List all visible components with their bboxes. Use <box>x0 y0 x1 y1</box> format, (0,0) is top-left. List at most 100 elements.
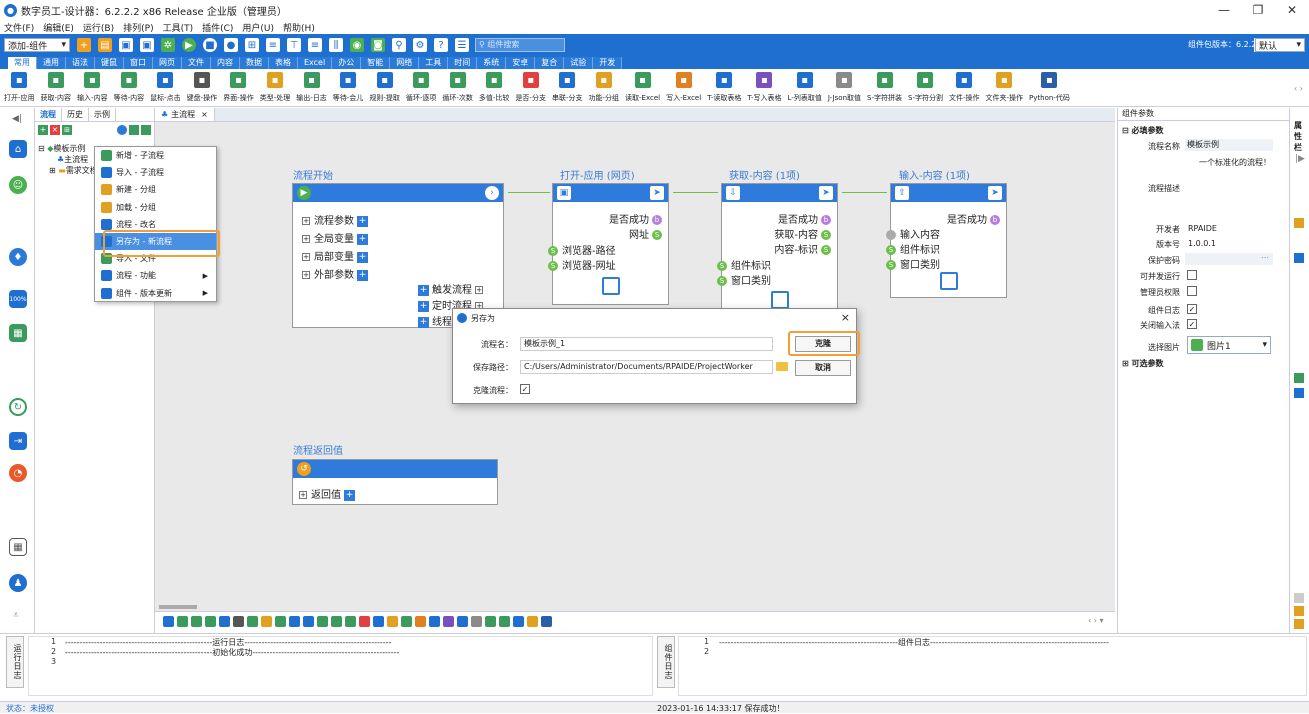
shortcut-icon[interactable] <box>471 616 482 627</box>
ribbon-button[interactable]: ▪ 类型-处理 <box>260 69 290 106</box>
tab-tools[interactable]: 工具 <box>419 57 449 69</box>
name-value[interactable]: 模板示例 <box>1185 139 1273 151</box>
location-icon[interactable]: ♦ <box>9 248 27 266</box>
open-app-node[interactable]: ▣ ➤ 是否成功 b 网址 S S 浏览器-路径 S 浏览器-网址 <box>548 183 669 305</box>
align-left-icon[interactable]: ≡ <box>266 38 280 52</box>
shortcut-icon[interactable] <box>247 616 258 627</box>
shortcut-icon[interactable] <box>233 616 244 627</box>
record-icon[interactable]: ● <box>224 38 238 52</box>
ribbon-button[interactable]: ▪ 文件-操作 <box>949 69 980 106</box>
ribbon-button[interactable]: ▪ 输出-日志 <box>296 69 327 106</box>
save-icon[interactable]: ▣ <box>119 38 133 52</box>
tab-general[interactable]: 通用 <box>37 57 66 69</box>
tool-icon[interactable] <box>1294 388 1304 398</box>
shortcut-icon[interactable] <box>331 616 342 627</box>
close-window-button[interactable]: ✕ <box>1275 0 1309 20</box>
shortcut-icon[interactable] <box>303 616 314 627</box>
open-folder-icon[interactable]: ▤ <box>98 38 112 52</box>
ribbon-button[interactable]: ▪ 循环-逐项 <box>406 69 436 106</box>
search-icon[interactable]: ⚲ <box>392 38 406 52</box>
out-success[interactable]: 是否成功 b <box>947 211 1000 226</box>
folder-icon[interactable] <box>776 362 788 371</box>
cancel-button[interactable]: 取消 <box>795 360 851 376</box>
component-log-tab[interactable]: 组件日志 <box>657 636 675 688</box>
start-row-global[interactable]: + 全局变量 + <box>302 230 368 245</box>
ribbon-button[interactable]: ▪ 获取-内容 <box>41 69 71 106</box>
more-icon[interactable]: ⩡ <box>13 610 19 621</box>
in-window-class[interactable]: S 窗口类别 <box>717 272 771 287</box>
align-right-icon[interactable]: ≡ <box>308 38 322 52</box>
tool-icon[interactable] <box>1294 218 1304 228</box>
ribbon-button[interactable]: ▪ 读取-Excel <box>625 69 660 106</box>
ribbon-button[interactable]: ▪ 循环-次数 <box>442 69 473 106</box>
context-menu-item[interactable]: 导入 - 子流程 <box>95 164 216 181</box>
add-icon[interactable]: + <box>38 125 48 135</box>
return-node[interactable]: ↺ + 返回值 + <box>292 459 498 505</box>
distribute-icon[interactable]: ⫼ <box>329 38 343 52</box>
add-icon[interactable]: + <box>357 251 368 263</box>
menu-edit[interactable]: 编辑(E) <box>43 21 74 34</box>
shortcut-icon[interactable] <box>177 616 188 627</box>
message-icon[interactable]: ☰ <box>455 38 469 52</box>
tab-content[interactable]: 内容 <box>211 57 240 69</box>
ribbon-button[interactable]: ▪ 输入-内容 <box>77 69 108 106</box>
pointer-icon[interactable]: ➤ <box>650 186 664 200</box>
ribbon-button[interactable]: ▪ T-写入表格 <box>747 69 782 106</box>
shortcut-icon[interactable] <box>219 616 230 627</box>
output-port-icon[interactable]: › <box>485 186 499 200</box>
shortcut-icon[interactable] <box>499 616 510 627</box>
run-log-area[interactable]: 1 --------------------------------------… <box>28 636 653 696</box>
move-down-icon[interactable] <box>141 125 151 135</box>
subflow-icon[interactable] <box>771 291 789 309</box>
shortcut-icon[interactable] <box>541 616 552 627</box>
shortcut-icon[interactable] <box>373 616 384 627</box>
shortcut-icon[interactable] <box>359 616 370 627</box>
chart-icon[interactable]: ◔ <box>9 464 27 482</box>
tab-system[interactable]: 系统 <box>477 57 507 69</box>
out-url[interactable]: 网址 S <box>629 226 662 241</box>
tab-process[interactable]: 流程 <box>35 108 62 121</box>
ribbon-button[interactable]: ▪ 鼠标-点击 <box>150 69 181 106</box>
out-success[interactable]: 是否成功 b <box>778 211 831 226</box>
start-row-local[interactable]: + 局部变量 + <box>302 248 368 263</box>
tab-develop[interactable]: 开发 <box>593 57 623 69</box>
add-icon[interactable]: + <box>344 489 355 501</box>
tab-network[interactable]: 网络 <box>390 57 420 69</box>
restore-button[interactable]: ❐ <box>1241 0 1275 20</box>
start-node[interactable]: ▶ › + 流程参数 + + 全局变量 + + 局部变量 + + 外部参数 + + 触发流程 + … <box>292 183 504 328</box>
menu-user[interactable]: 用户(U) <box>242 21 274 34</box>
start-row-params[interactable]: + 流程参数 + <box>302 212 368 227</box>
ribbon-button[interactable]: ▪ 文件夹-操作 <box>986 69 1023 106</box>
menu-plugins[interactable]: 插件(C) <box>202 21 233 34</box>
out-success[interactable]: 是否成功 b <box>609 211 662 226</box>
shortcut-icon[interactable] <box>163 616 174 627</box>
tab-file[interactable]: 文件 <box>182 57 211 69</box>
ribbon-button[interactable]: ▪ 等待-会儿 <box>333 69 363 106</box>
shortcut-icon[interactable] <box>429 616 440 627</box>
tree-item-main[interactable]: ♣主流程 <box>57 154 88 165</box>
context-menu-item[interactable]: 新建 - 分组 <box>95 181 216 198</box>
expand-icon[interactable]: ⊞ <box>62 125 72 135</box>
shortcut-icon[interactable] <box>275 616 286 627</box>
ribbon-button[interactable]: ▪ 多值-比较 <box>479 69 509 106</box>
clone-checkbox[interactable]: ✓ <box>520 384 530 394</box>
component-search-input[interactable]: ⚲ 组件搜索 <box>475 38 565 52</box>
in-browser-path[interactable]: S 浏览器-路径 <box>548 242 616 257</box>
in-window-class[interactable]: S 窗口类别 <box>886 256 940 271</box>
add-icon[interactable]: + <box>357 215 368 227</box>
tool-icon[interactable] <box>1294 606 1304 616</box>
log-checkbox[interactable]: ✓ <box>1187 304 1197 314</box>
ribbon-button[interactable]: ▪ 串联-分支 <box>552 69 583 106</box>
move-up-icon[interactable] <box>129 125 139 135</box>
recorder-icon[interactable]: ◉ <box>350 38 364 52</box>
default-select[interactable]: 默认 ▾ <box>1255 38 1305 52</box>
tab-composite[interactable]: 复合 <box>535 57 565 69</box>
ribbon-button[interactable]: ▪ S-字符分割 <box>908 69 943 106</box>
ime-checkbox[interactable]: ✓ <box>1187 319 1197 329</box>
tab-syntax[interactable]: 语法 <box>66 57 95 69</box>
collapse-icon[interactable]: ◀| <box>12 114 22 124</box>
shortcut-icon[interactable] <box>261 616 272 627</box>
desc-value[interactable]: 一个标准化的流程！ <box>1185 155 1273 223</box>
required-section[interactable]: ⊟ 必填参数 <box>1122 125 1164 136</box>
properties-tab[interactable]: 组件参数 <box>1118 108 1289 121</box>
